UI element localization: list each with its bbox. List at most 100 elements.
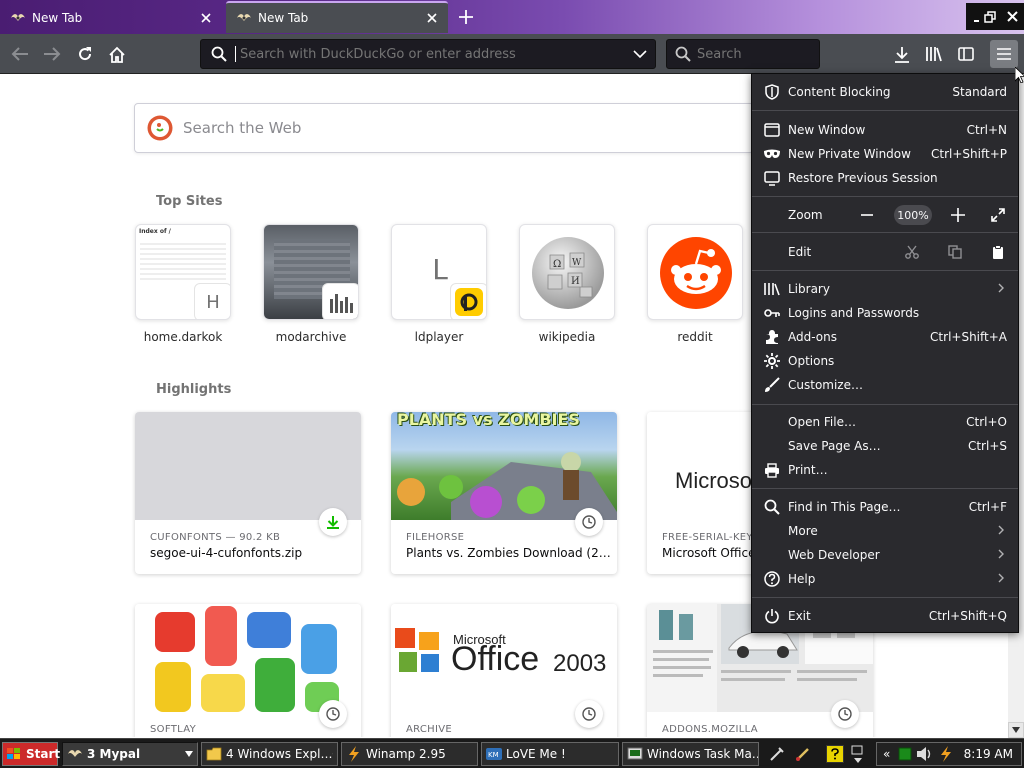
green-tray-icon[interactable] xyxy=(898,747,912,761)
copy-button[interactable] xyxy=(945,242,965,262)
menu-shortcut: Ctrl+N xyxy=(966,123,1007,137)
top-site-reddit[interactable]: reddit xyxy=(647,224,743,344)
sidebar-button[interactable] xyxy=(952,40,980,68)
menu-new-window[interactable]: New Window Ctrl+N xyxy=(752,118,1018,142)
svg-text:Ω: Ω xyxy=(553,259,561,270)
restore-button[interactable] xyxy=(979,3,1001,30)
menu-new-private-window[interactable]: New Private Window Ctrl+Shift+P xyxy=(752,142,1018,166)
triangle-down-icon xyxy=(332,753,333,755)
library-button[interactable] xyxy=(920,40,948,68)
paintbrush-icon xyxy=(762,376,782,394)
menu-save-page[interactable]: Save Page As… Ctrl+S xyxy=(752,434,1018,458)
search-bar[interactable] xyxy=(666,39,820,69)
top-site-wikipedia[interactable]: Ω W И wikipedia xyxy=(519,224,615,344)
menu-edit: Edit xyxy=(752,240,1018,264)
taskbar-button-mypal[interactable]: 3 Mypal xyxy=(62,742,198,766)
triangle-down-icon xyxy=(1012,727,1020,733)
search-input[interactable] xyxy=(697,46,807,62)
start-button[interactable]: Start xyxy=(2,742,60,766)
top-site-home-darkok[interactable]: Index of / H home.darkok xyxy=(135,224,231,344)
menu-item-label: Exit xyxy=(788,609,811,623)
window-switcher-icon[interactable] xyxy=(850,743,866,765)
chevron-right-icon xyxy=(998,282,1004,296)
forward-button[interactable] xyxy=(38,40,66,68)
menu-restore-session[interactable]: Restore Previous Session xyxy=(752,166,1018,190)
tab-new-tab-1[interactable]: New Tab xyxy=(0,2,222,34)
help-icon[interactable] xyxy=(826,745,844,763)
scroll-down-button[interactable] xyxy=(1008,722,1024,738)
chevron-right-icon xyxy=(998,548,1004,562)
taskbar-button-winamp[interactable]: Winamp 2.95 xyxy=(341,742,478,766)
new-tab-button[interactable] xyxy=(452,3,480,31)
menu-web-developer[interactable]: Web Developer xyxy=(752,543,1018,567)
ldplayer-icon xyxy=(450,283,486,319)
top-site-modarchive[interactable]: modarchive xyxy=(263,224,359,344)
menu-library[interactable]: Library xyxy=(752,277,1018,301)
paste-button[interactable] xyxy=(988,242,1008,262)
clock-icon xyxy=(582,707,596,721)
letter-badge: H xyxy=(194,283,230,319)
zoom-in-button[interactable] xyxy=(948,205,968,225)
cut-button[interactable] xyxy=(902,242,922,262)
site-label: ldplayer xyxy=(414,330,464,344)
gear-icon xyxy=(762,352,782,370)
highlight-card[interactable]: SOFTLAY xyxy=(135,604,361,737)
menu-options[interactable]: Options xyxy=(752,349,1018,373)
reddit-logo-icon xyxy=(660,237,732,309)
taskbar-button-task-manager[interactable]: Windows Task Ma… xyxy=(622,742,759,766)
highlight-card[interactable]: PLANTS vs ZOMBIES FILEHORSE Plants vs. Z… xyxy=(391,412,617,574)
top-site-ldplayer[interactable]: L ldplayer xyxy=(391,224,487,344)
network-icon[interactable] xyxy=(938,746,954,762)
task-manager-icon xyxy=(627,747,643,760)
reload-button[interactable] xyxy=(71,40,99,68)
close-icon[interactable] xyxy=(196,8,216,28)
web-search-box[interactable]: Search the Web xyxy=(134,103,754,153)
menu-open-file[interactable]: Open File… Ctrl+O xyxy=(752,410,1018,434)
taskbar-button-love-me[interactable]: KM LoVE Me ! xyxy=(481,742,619,766)
tab-new-tab-2[interactable]: New Tab xyxy=(226,1,448,33)
menu-logins-passwords[interactable]: Logins and Passwords xyxy=(752,301,1018,325)
back-button[interactable] xyxy=(6,40,34,68)
menu-customize[interactable]: Customize… xyxy=(752,373,1018,397)
taskbar-button-windows-explorer[interactable]: 4 Windows Expl… xyxy=(201,742,338,766)
clock[interactable]: 8:19 AM xyxy=(964,747,1013,761)
menu-help[interactable]: Help xyxy=(752,567,1018,591)
url-bar[interactable] xyxy=(200,39,656,69)
restore-session-icon xyxy=(762,169,782,187)
menu-more[interactable]: More xyxy=(752,519,1018,543)
zoom-reset-button[interactable]: 100% xyxy=(894,205,932,225)
search-icon xyxy=(675,46,691,62)
highlight-card[interactable]: Microsoft Office 2003 ARCHIVE xyxy=(391,604,617,737)
navigation-toolbar xyxy=(0,34,1024,74)
taskbar: Start 3 Mypal 4 Windows Expl… Winamp 2.9… xyxy=(0,738,1024,768)
close-window-button[interactable] xyxy=(1001,3,1024,30)
tab-title: New Tab xyxy=(32,11,83,25)
menu-add-ons[interactable]: Add-ons Ctrl+Shift+A xyxy=(752,325,1018,349)
close-icon[interactable] xyxy=(422,8,442,28)
card-source: CUFONFONTS — 90.2 KB xyxy=(150,532,281,543)
private-mask-icon xyxy=(762,145,782,163)
menu-content-blocking[interactable]: Content Blocking Standard xyxy=(752,80,1018,104)
open-menu-button[interactable] xyxy=(990,40,1018,68)
zoom-out-button[interactable] xyxy=(857,205,877,225)
download-icon xyxy=(327,516,339,529)
key-icon xyxy=(762,304,782,322)
menu-find-in-page[interactable]: Find in This Page… Ctrl+F xyxy=(752,495,1018,519)
menu-print[interactable]: Print… xyxy=(752,458,1018,482)
clock-icon xyxy=(582,515,596,529)
highlight-card[interactable]: CUFONFONTS — 90.2 KB segoe-ui-4-cufonfon… xyxy=(135,412,361,574)
fullscreen-button[interactable] xyxy=(988,205,1008,225)
menu-separator xyxy=(752,110,1018,111)
menu-separator xyxy=(752,232,1018,233)
home-button[interactable] xyxy=(103,40,131,68)
app-menu-panel: Content Blocking Standard New Window Ctr… xyxy=(751,73,1019,633)
url-input[interactable] xyxy=(240,46,630,62)
quick-launch-paint-icon[interactable] xyxy=(794,745,812,763)
volume-icon[interactable] xyxy=(916,746,934,762)
chevron-left-double-icon[interactable]: « xyxy=(883,747,890,761)
quick-launch-tool-icon[interactable] xyxy=(768,745,786,763)
chevron-down-icon[interactable] xyxy=(633,49,647,59)
downloads-button[interactable] xyxy=(888,40,916,68)
text-cursor xyxy=(235,46,236,62)
menu-exit[interactable]: Exit Ctrl+Shift+Q xyxy=(752,604,1018,628)
